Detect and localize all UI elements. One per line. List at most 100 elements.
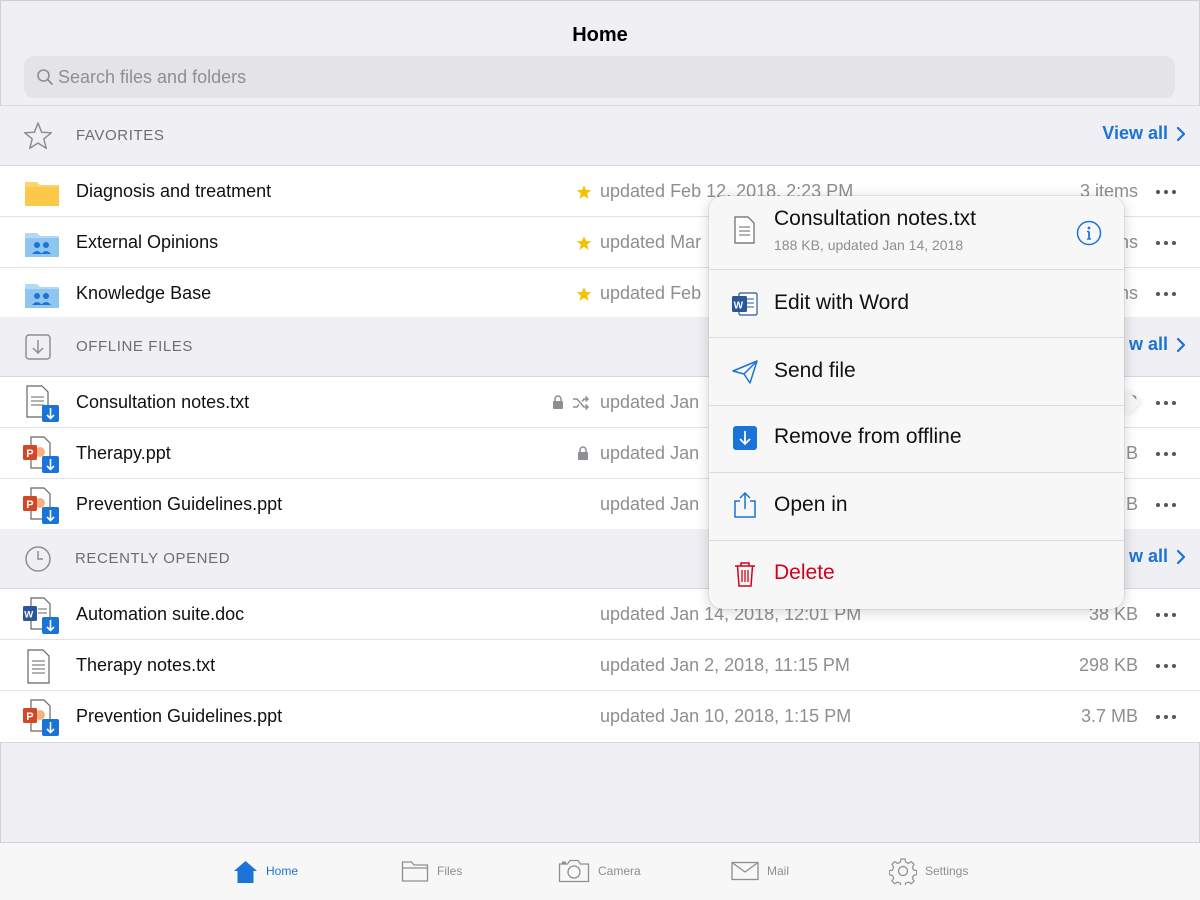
file-name: Prevention Guidelines.ppt: [76, 494, 283, 514]
list-item[interactable]: P Prevention Guidelines.ppt updated Jan …: [0, 691, 1200, 742]
text-file-icon: [734, 216, 755, 244]
view-all-label: w all: [1128, 546, 1168, 566]
file-name: Consultation notes.txt: [76, 392, 250, 412]
popover-file-header: Consultation notes.txt 188 KB, updated J…: [709, 196, 1124, 270]
ppt-file-offline-icon: P: [23, 699, 59, 736]
more-icon[interactable]: [1154, 233, 1178, 253]
tab-settings[interactable]: Settings: [889, 853, 968, 889]
send-file-button[interactable]: Send file: [709, 338, 1124, 406]
delete-button[interactable]: Delete: [709, 541, 1124, 609]
paper-plane-icon: [732, 360, 758, 384]
popover-file-info: 188 KB, updated Jan 14, 2018: [774, 237, 964, 253]
clock-icon: [25, 546, 51, 572]
home-icon: [234, 860, 257, 883]
svg-text:P: P: [26, 499, 33, 511]
file-size: B: [1125, 443, 1138, 463]
more-icon[interactable]: [1154, 605, 1178, 625]
more-icon[interactable]: [1154, 393, 1178, 413]
open-in-label: Open in: [774, 493, 848, 516]
tab-mail[interactable]: Mail: [731, 853, 789, 889]
chevron-right-icon: [1176, 126, 1186, 141]
offline-view-all-link[interactable]: w all: [1129, 334, 1186, 355]
ppt-file-offline-icon: P: [23, 436, 59, 473]
file-name: External Opinions: [76, 232, 219, 252]
file-meta: updated Jan: [600, 494, 700, 514]
page-title: Home: [572, 24, 628, 46]
file-name: Therapy notes.txt: [76, 655, 216, 675]
svg-text:W: W: [734, 301, 744, 312]
star-outline-icon: [23, 122, 53, 150]
text-file-icon: [27, 649, 50, 684]
svg-text:P: P: [26, 711, 33, 723]
favorites-title: FAVORITES: [76, 127, 165, 144]
recent-title: RECENTLY OPENED: [75, 550, 231, 567]
file-meta: updated Mar: [600, 232, 702, 252]
more-icon[interactable]: [1154, 495, 1178, 515]
star-filled-icon: [576, 236, 592, 250]
star-filled-icon: [576, 185, 592, 199]
recent-view-all-link[interactable]: w all: [1129, 546, 1186, 567]
file-meta: updated Feb: [600, 283, 702, 303]
send-file-label: Send file: [774, 359, 856, 382]
file-meta: updated Jan: [600, 392, 700, 412]
chevron-right-icon: [1176, 337, 1186, 352]
tab-files[interactable]: Files: [401, 853, 462, 889]
file-actions-popover: Consultation notes.txt 188 KB, updated J…: [709, 196, 1124, 609]
tab-camera[interactable]: Camera: [558, 853, 641, 889]
star-filled-icon: [576, 287, 592, 301]
file-size: B: [1125, 494, 1138, 514]
svg-text:P: P: [26, 448, 33, 460]
word-icon: W: [732, 292, 758, 316]
text-file-offline-icon: [26, 385, 59, 422]
tab-mail-label: Mail: [767, 864, 790, 878]
tab-files-label: Files: [437, 864, 463, 878]
search-bar[interactable]: [24, 56, 1175, 98]
file-size: 3.7 MB: [1080, 706, 1138, 726]
file-name: Prevention Guidelines.ppt: [76, 706, 283, 726]
trash-icon: [735, 562, 755, 587]
favorites-view-all-link[interactable]: View all: [1102, 123, 1186, 144]
more-icon[interactable]: [1154, 707, 1178, 727]
badges: [540, 182, 592, 202]
file-size: 298 KB: [1078, 655, 1138, 675]
edit-with-word-button[interactable]: W Edit with Word: [709, 270, 1124, 338]
more-icon[interactable]: [1154, 182, 1178, 202]
tab-home-label: Home: [266, 864, 299, 878]
file-meta: updated Jan 2, 2018, 11:15 PM: [600, 655, 850, 675]
more-icon[interactable]: [1154, 444, 1178, 464]
offline-title: OFFLINE FILES: [76, 338, 193, 355]
remove-from-offline-button[interactable]: Remove from offline: [709, 406, 1124, 473]
gear-icon: [889, 858, 917, 885]
shared-folder-icon: [25, 233, 59, 257]
file-name: Therapy.ppt: [76, 443, 171, 463]
share-icon: [734, 491, 756, 518]
folder-outline-icon: [401, 861, 429, 882]
badges: [540, 284, 592, 304]
chevron-right-icon: [1176, 549, 1186, 564]
badges: [540, 444, 592, 464]
info-icon[interactable]: [1076, 220, 1102, 246]
badges: [540, 233, 592, 253]
more-icon[interactable]: [1154, 656, 1178, 676]
more-icon[interactable]: [1154, 284, 1178, 304]
list-item[interactable]: Therapy notes.txt updated Jan 2, 2018, 1…: [0, 640, 1200, 691]
svg-text:W: W: [24, 610, 33, 621]
mail-icon: [731, 861, 759, 881]
edit-with-word-label: Edit with Word: [774, 291, 909, 314]
word-file-offline-icon: W: [23, 597, 59, 634]
delete-label: Delete: [774, 561, 835, 584]
tab-home[interactable]: Home: [233, 853, 298, 889]
file-meta: updated Jan 10, 2018, 1:15 PM: [600, 706, 852, 726]
search-input[interactable]: [58, 56, 1138, 98]
badges: [540, 393, 592, 413]
file-meta: updated Jan: [600, 443, 700, 463]
file-name: Knowledge Base: [76, 283, 212, 303]
ppt-file-offline-icon: P: [23, 487, 59, 524]
camera-icon: [558, 859, 590, 883]
download-filled-icon: [733, 426, 757, 450]
view-all-label: View all: [1102, 123, 1168, 143]
file-name: Diagnosis and treatment: [76, 181, 272, 201]
open-in-button[interactable]: Open in: [709, 473, 1124, 541]
search-icon: [37, 69, 53, 85]
file-name: Automation suite.doc: [76, 604, 245, 624]
